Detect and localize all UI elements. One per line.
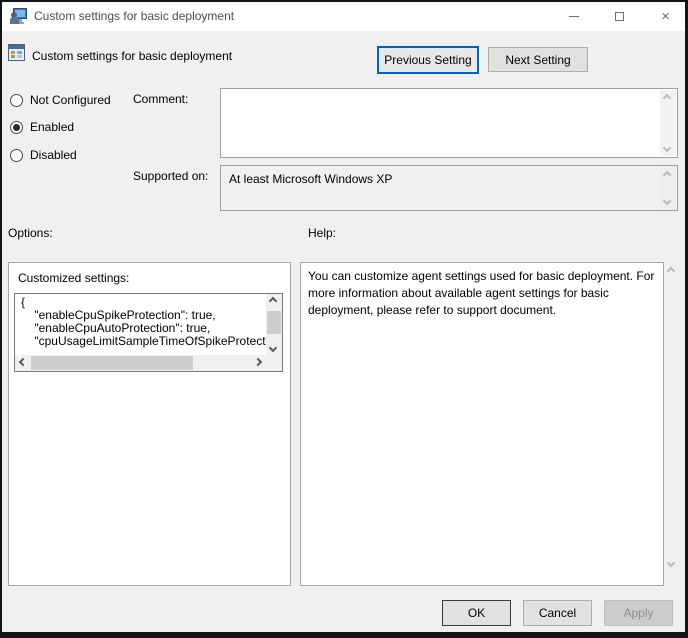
radio-enabled[interactable]: Enabled bbox=[10, 120, 74, 134]
radio-circle bbox=[10, 93, 23, 107]
close-button[interactable]: × bbox=[643, 2, 688, 31]
ok-button[interactable]: OK bbox=[442, 600, 511, 626]
radio-circle bbox=[10, 148, 23, 162]
options-section-label: Options: bbox=[8, 226, 53, 240]
options-panel: Customized settings: { "enableCpuSpikePr… bbox=[8, 262, 291, 586]
horizontal-scroll-thumb[interactable] bbox=[31, 356, 193, 370]
scroll-right-icon[interactable] bbox=[253, 357, 263, 367]
radio-label: Not Configured bbox=[30, 93, 111, 107]
cancel-button[interactable]: Cancel bbox=[523, 600, 592, 626]
supported-on-field: At least Microsoft Windows XP bbox=[220, 165, 678, 211]
supported-scrollbar bbox=[660, 167, 676, 209]
json-line: "cpuUsageLimitSampleTimeOfSpikeProtect bbox=[21, 334, 266, 348]
setting-title: Custom settings for basic deployment bbox=[32, 49, 233, 63]
radio-label: Disabled bbox=[30, 148, 77, 162]
scroll-down-icon[interactable] bbox=[268, 343, 278, 353]
vertical-scrollbar[interactable] bbox=[266, 294, 282, 355]
titlebar[interactable]: Custom settings for basic deployment × bbox=[2, 2, 685, 31]
horizontal-scrollbar[interactable] bbox=[15, 355, 266, 371]
close-icon: × bbox=[661, 8, 670, 25]
dialog-custom-settings: Custom settings for basic deployment × C… bbox=[2, 2, 685, 632]
scroll-up-icon bbox=[662, 93, 672, 103]
scrollbar-corner bbox=[266, 355, 282, 371]
customized-settings-input[interactable]: { "enableCpuSpikeProtection": true, "ena… bbox=[14, 293, 283, 372]
window-title: Custom settings for basic deployment bbox=[34, 9, 235, 23]
supported-on-label: Supported on: bbox=[133, 169, 209, 183]
scroll-up-icon[interactable] bbox=[268, 296, 278, 306]
next-setting-button[interactable]: Next Setting bbox=[488, 47, 588, 72]
customized-settings-label: Customized settings: bbox=[18, 271, 130, 285]
comment-label: Comment: bbox=[133, 92, 189, 106]
comment-input[interactable] bbox=[220, 88, 678, 158]
minimize-button[interactable] bbox=[551, 2, 596, 31]
help-panel: You can customize agent settings used fo… bbox=[300, 262, 664, 586]
previous-setting-button[interactable]: Previous Setting bbox=[377, 46, 479, 74]
help-section-label: Help: bbox=[308, 226, 337, 240]
screen: Custom settings for basic deployment × C… bbox=[0, 0, 688, 638]
scroll-down-icon bbox=[662, 196, 672, 206]
help-scroll-down-icon[interactable] bbox=[666, 558, 676, 568]
scroll-left-icon[interactable] bbox=[18, 357, 28, 367]
maximize-button[interactable] bbox=[597, 2, 642, 31]
policy-setting-icon bbox=[8, 44, 25, 61]
comment-scrollbar[interactable] bbox=[660, 90, 676, 156]
radio-not-configured[interactable]: Not Configured bbox=[10, 93, 111, 107]
radio-disabled[interactable]: Disabled bbox=[10, 148, 77, 162]
radio-circle-checked bbox=[10, 120, 23, 134]
vertical-scroll-thumb[interactable] bbox=[267, 311, 281, 334]
minimize-icon bbox=[568, 16, 579, 17]
radio-label: Enabled bbox=[30, 120, 75, 134]
supported-on-value: At least Microsoft Windows XP bbox=[229, 172, 393, 186]
app-icon bbox=[10, 8, 27, 25]
scroll-up-icon bbox=[662, 170, 672, 180]
apply-button: Apply bbox=[604, 600, 673, 626]
scroll-down-icon bbox=[662, 143, 672, 153]
maximize-icon bbox=[615, 12, 624, 21]
help-text: You can customize agent settings used fo… bbox=[308, 269, 655, 317]
help-scroll-up-icon[interactable] bbox=[666, 266, 676, 276]
json-text[interactable]: { "enableCpuSpikeProtection": true, "ena… bbox=[15, 294, 266, 355]
